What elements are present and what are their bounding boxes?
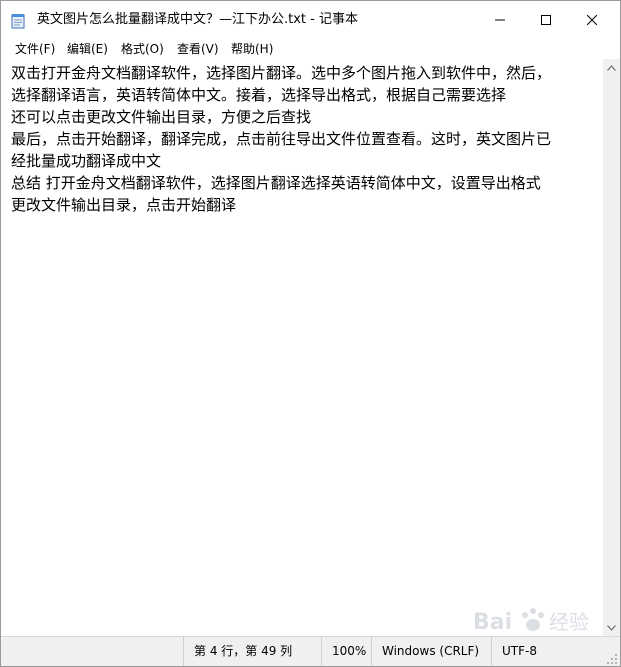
title-bar[interactable]: 英文图片怎么批量翻译成中文？—江下办公.txt - 记事本 [1,1,620,39]
minimize-icon [495,19,505,21]
editor-line: 还可以点击更改文件输出目录，方便之后查找 [11,108,312,126]
menu-view[interactable]: 查看(V) [177,41,219,57]
chevron-down-icon [607,624,616,631]
scroll-up-button[interactable] [603,59,620,76]
close-icon [587,15,597,25]
editor-line: 经批量成功翻译成中文 [11,152,162,170]
svg-text:经验: 经验 [549,610,589,634]
window-title: 英文图片怎么批量翻译成中文？—江下办公.txt - 记事本 [37,12,358,27]
editor-line: 更改文件输出目录，点击开始翻译 [11,196,237,214]
notepad-icon [11,14,25,29]
scroll-down-button[interactable] [603,619,620,636]
notepad-window: 英文图片怎么批量翻译成中文？—江下办公.txt - 记事本 文件(F) 编辑(E… [0,0,621,667]
close-button[interactable] [569,1,615,39]
line-ending-text: Windows (CRLF) [382,644,480,658]
status-line-ending: Windows (CRLF) [371,637,492,666]
minimize-button[interactable] [477,1,523,39]
baidu-watermark-logo: Bai 经验 [473,608,589,635]
editor-line: 选择翻译语言，英语转简体中文。接着，选择导出格式，根据自己需要选择 [11,86,507,104]
editor-line: 双击打开金舟文档翻译软件，选择图片翻译。选中多个图片拖入到软件中，然后， [11,64,552,82]
editor-content[interactable]: 双击打开金舟文档翻译软件，选择图片翻译。选中多个图片拖入到软件中，然后， 选择翻… [11,62,601,216]
cursor-position-text: 第 4 行，第 49 列 [194,644,293,658]
resize-grip-icon[interactable] [606,653,618,665]
menu-edit[interactable]: 编辑(E) [67,41,108,57]
editor-line: 最后，点击开始翻译，翻译完成，点击前往导出文件位置查看。这时，英文图片已 [11,130,552,148]
menu-format[interactable]: 格式(O) [121,41,164,57]
menu-help[interactable]: 帮助(H) [231,41,273,57]
editor-line: 总结 打开金舟文档翻译软件，选择图片翻译选择英语转简体中文，设置导出格式 [11,174,541,192]
chevron-up-icon [607,64,616,71]
maximize-icon [541,15,551,25]
status-encoding: UTF-8 [491,637,602,666]
text-editor[interactable]: 双击打开金舟文档翻译软件，选择图片翻译。选中多个图片拖入到软件中，然后， 选择翻… [1,59,603,636]
status-cursor-position: 第 4 行，第 49 列 [183,637,296,666]
menu-bar: 文件(F) 编辑(E) 格式(O) 查看(V) 帮助(H) [1,39,620,59]
svg-text:Bai: Bai [473,610,512,635]
status-zoom: 100% [321,637,372,666]
menu-file[interactable]: 文件(F) [15,41,55,57]
vertical-scrollbar[interactable] [603,59,620,636]
zoom-text: 100% [332,644,367,658]
status-bar: 第 4 行，第 49 列 100% Windows (CRLF) UTF-8 [1,636,620,666]
maximize-button[interactable] [523,1,569,39]
encoding-text: UTF-8 [502,644,537,658]
